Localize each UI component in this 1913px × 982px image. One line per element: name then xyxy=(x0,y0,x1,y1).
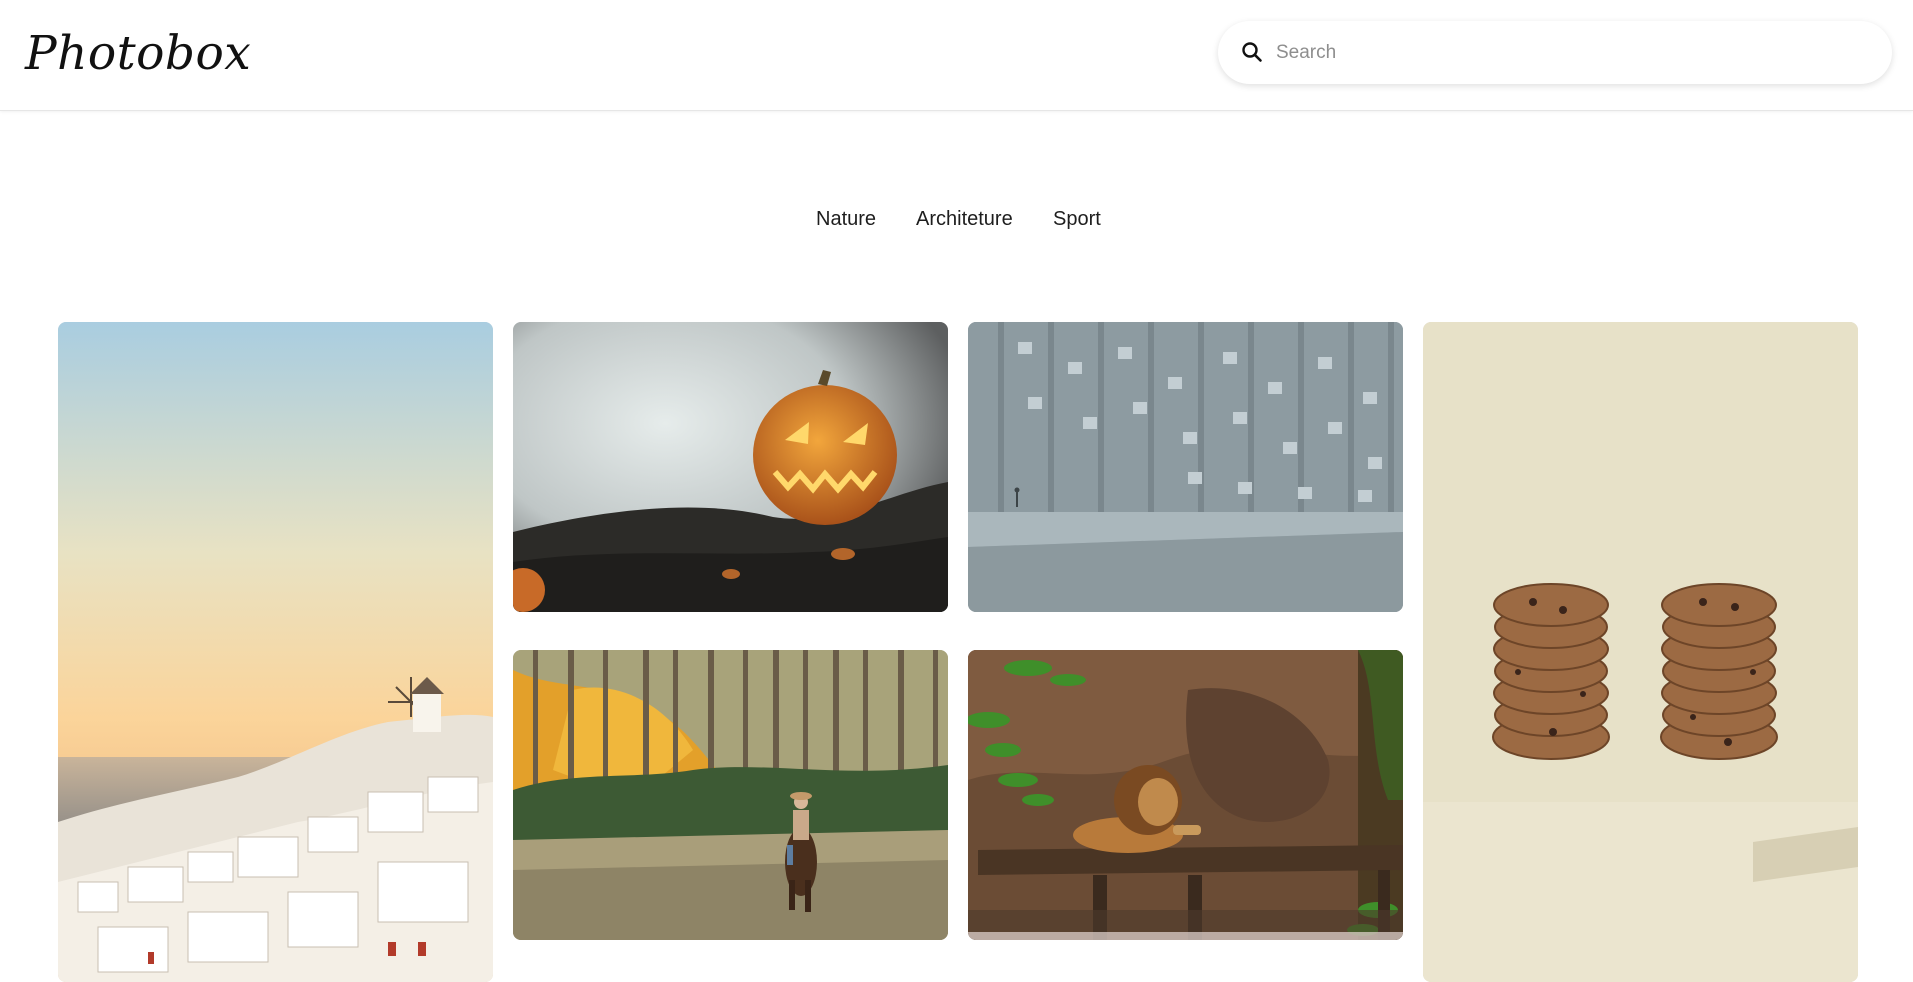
pumpkin-image xyxy=(513,322,948,612)
lion-image xyxy=(968,650,1403,940)
search-input[interactable] xyxy=(1276,21,1866,84)
santorini-image xyxy=(58,322,493,982)
top-bar: Photobox xyxy=(0,0,1913,111)
photo-rider[interactable] xyxy=(513,650,948,940)
search-icon xyxy=(1240,40,1264,64)
building-image xyxy=(968,322,1403,612)
site-logo[interactable]: Photobox xyxy=(25,26,251,82)
photo-pumpkin[interactable] xyxy=(513,322,948,612)
photo-santorini[interactable] xyxy=(58,322,493,982)
search-bar[interactable] xyxy=(1218,21,1892,84)
photo-cookies[interactable] xyxy=(1423,322,1858,982)
photo-lion[interactable] xyxy=(968,650,1403,940)
cookies-image xyxy=(1423,322,1858,982)
photo-gallery xyxy=(0,0,1913,982)
photo-building[interactable] xyxy=(968,322,1403,612)
rider-image xyxy=(513,650,948,940)
